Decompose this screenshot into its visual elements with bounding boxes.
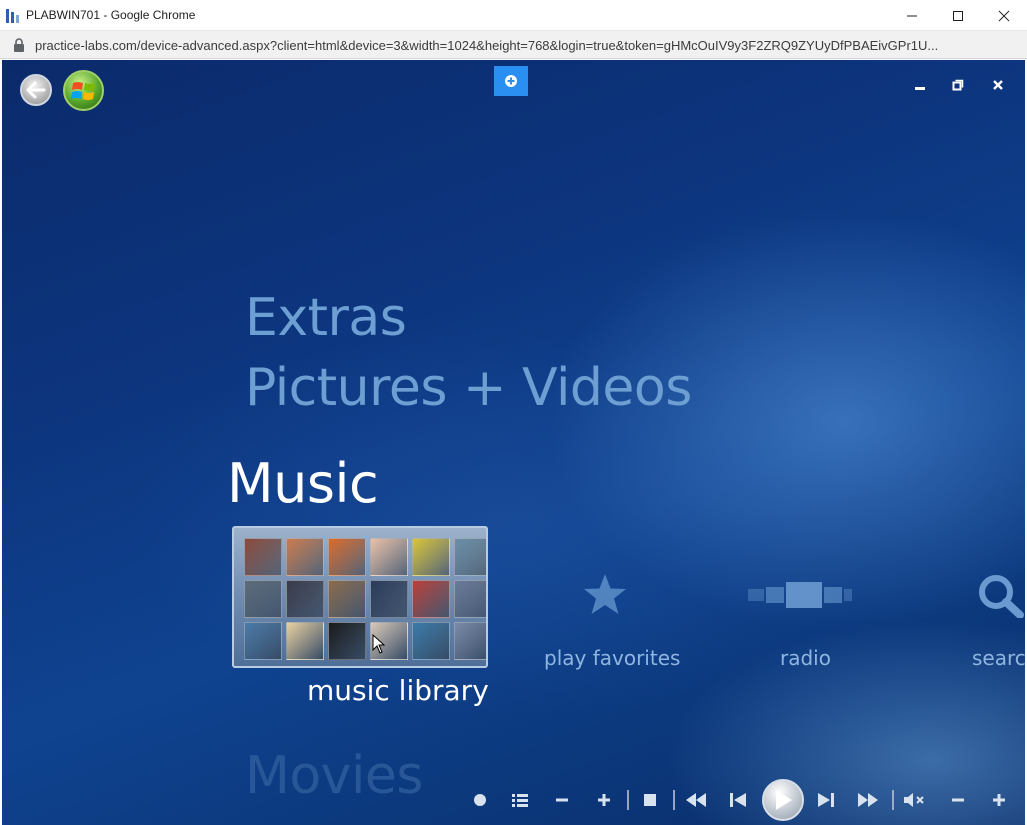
star-icon[interactable] <box>582 572 628 616</box>
radio-icon[interactable] <box>748 580 852 610</box>
lock-icon <box>14 38 24 52</box>
album-thumbnail <box>244 622 282 660</box>
record-button[interactable] <box>468 778 492 822</box>
window-title: PLABWIN701 - Google Chrome <box>26 8 196 22</box>
guide-button[interactable] <box>508 778 532 822</box>
rewind-button[interactable] <box>682 778 710 822</box>
previous-button[interactable] <box>726 778 750 822</box>
minimize-button[interactable] <box>889 0 935 31</box>
back-arrow-icon <box>26 81 46 99</box>
album-art-grid <box>244 538 486 660</box>
music-library-label: music library <box>307 674 489 707</box>
radio-option[interactable]: radio <box>780 646 831 670</box>
album-thumbnail <box>412 580 450 618</box>
rewind-icon <box>686 793 706 807</box>
transport-controls <box>462 778 1025 822</box>
windows-logo-icon <box>70 81 95 100</box>
album-thumbnail <box>454 538 486 576</box>
record-icon <box>474 794 486 806</box>
album-thumbnail <box>244 580 282 618</box>
search-icon[interactable] <box>974 572 1024 618</box>
volume-down-button[interactable] <box>946 778 970 822</box>
album-thumbnail <box>454 622 486 660</box>
play-icon <box>776 790 792 810</box>
plus-icon <box>993 794 1005 806</box>
mc-close-button[interactable] <box>986 76 1010 94</box>
restore-icon <box>952 79 964 91</box>
plus-circle-icon <box>505 75 517 87</box>
album-thumbnail <box>328 622 366 660</box>
volume-up-button[interactable] <box>987 778 1011 822</box>
search-option[interactable]: search <box>972 646 1025 670</box>
mouse-cursor-icon <box>372 634 386 654</box>
fast-forward-button[interactable] <box>854 778 882 822</box>
stop-button[interactable] <box>638 778 662 822</box>
album-thumbnail <box>454 580 486 618</box>
channel-up-button[interactable] <box>592 778 616 822</box>
mc-restore-button[interactable] <box>946 76 970 94</box>
plus-icon <box>598 794 610 806</box>
play-button[interactable] <box>762 779 804 821</box>
media-center-viewport: Extras Pictures + Videos Music Movies mu… <box>2 60 1025 825</box>
strip-extras[interactable]: Extras <box>245 288 407 348</box>
close-button[interactable] <box>981 0 1027 31</box>
mc-minimize-button[interactable] <box>908 76 932 94</box>
album-thumbnail <box>328 580 366 618</box>
back-button[interactable] <box>20 74 52 106</box>
close-icon <box>993 80 1003 90</box>
mute-button[interactable] <box>902 778 928 822</box>
album-thumbnail <box>370 538 408 576</box>
separator <box>892 790 894 810</box>
play-favorites-option[interactable]: play favorites <box>544 646 680 670</box>
maximize-button[interactable] <box>935 0 981 31</box>
music-library-tile[interactable] <box>232 526 488 668</box>
channel-down-button[interactable] <box>550 778 574 822</box>
maximize-icon <box>953 10 963 21</box>
album-thumbnail <box>412 622 450 660</box>
chrome-title-bar: PLABWIN701 - Google Chrome <box>0 0 1027 31</box>
skip-forward-icon <box>818 793 834 807</box>
list-icon <box>512 794 528 807</box>
separator <box>627 790 629 810</box>
separator <box>673 790 675 810</box>
minimize-icon <box>907 15 917 16</box>
album-thumbnail <box>370 580 408 618</box>
album-thumbnail <box>286 622 324 660</box>
minimize-icon <box>915 87 925 90</box>
album-thumbnail <box>286 580 324 618</box>
close-icon <box>998 10 1010 21</box>
start-button[interactable] <box>63 70 104 111</box>
strip-music[interactable]: Music <box>227 452 379 515</box>
strip-pictures-videos[interactable]: Pictures + Videos <box>245 358 692 418</box>
minus-icon <box>952 798 964 802</box>
strip-movies[interactable]: Movies <box>245 746 423 806</box>
url-text: practice-labs.com/device-advanced.aspx?c… <box>35 38 939 53</box>
album-thumbnail <box>328 538 366 576</box>
minus-icon <box>556 798 568 802</box>
fast-forward-icon <box>858 793 878 807</box>
album-thumbnail <box>244 538 282 576</box>
next-button[interactable] <box>814 778 838 822</box>
album-thumbnail <box>286 538 324 576</box>
album-thumbnail <box>412 538 450 576</box>
app-icon <box>6 9 19 23</box>
address-bar[interactable]: practice-labs.com/device-advanced.aspx?c… <box>0 31 1027 59</box>
skip-back-icon <box>730 793 746 807</box>
mute-icon <box>904 793 924 807</box>
remote-toolbar-tab[interactable] <box>494 66 528 96</box>
stop-icon <box>644 794 656 806</box>
